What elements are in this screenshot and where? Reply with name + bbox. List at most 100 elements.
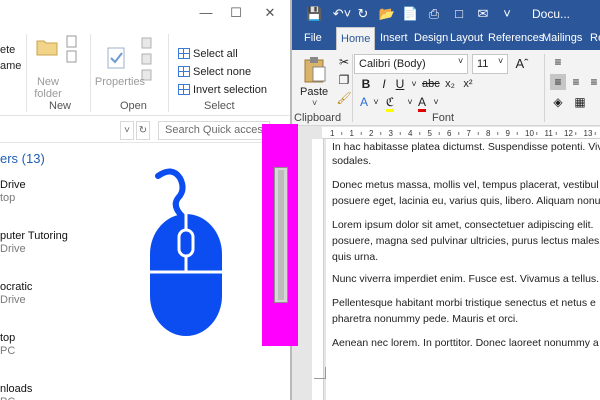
maximize-icon[interactable]: ☐ [226,3,246,23]
open-folder-icon[interactable]: 📂 [378,4,396,24]
select-none-button[interactable]: Select none [178,66,251,78]
tab-mailings[interactable]: Mailings [538,27,586,50]
grow-font-icon[interactable]: Aˆ [514,56,530,72]
ruler-tick-label: 2 [369,129,374,138]
split-grip-thumb [278,170,284,300]
ruler-tick-label: 4 [408,129,413,138]
frequent-folders-header[interactable]: ers (13) [0,151,45,166]
horizontal-ruler[interactable]: 1 1 2 3 4 5 6 7 8 9 10 11 12 13 [322,127,600,139]
tab-layout[interactable]: Layout [446,27,487,50]
bold-icon[interactable]: B [358,76,374,92]
font-size-dropdown-icon[interactable]: ˅ [498,56,503,66]
list-item[interactable]: nloads PC [0,383,32,400]
save-icon[interactable]: 💾 [306,4,322,24]
paste-dropdown-icon[interactable]: ˅ [312,98,317,108]
italic-icon[interactable]: I [376,76,392,92]
format-painter-icon[interactable]: 🖌 [336,90,352,106]
paste-icon[interactable] [302,56,328,84]
font-name-dropdown-icon[interactable]: ˅ [458,56,463,66]
ruler-tick-label: 13 [584,129,593,138]
rename-button-label[interactable]: ame [0,60,21,72]
search-input[interactable]: Search Quick access [158,121,270,140]
underline-dropdown-icon[interactable]: ˅ [406,76,422,92]
align-left-icon[interactable]: ≡ [550,74,566,90]
borders-icon[interactable]: ▦ [572,94,588,110]
paragraph-line: pharetra nonummy pede. Mauris et orci. [332,313,519,325]
list-item-name: ocratic [0,281,33,293]
list-item[interactable]: Drive top [0,179,26,205]
invert-selection-label: Invert selection [193,84,267,96]
new-item-icon[interactable] [64,34,80,66]
paragraph-line: posuere eget, lacinia eu, varius quis, l… [332,195,600,207]
tab-file[interactable]: File [300,27,326,50]
ruler-tick-label: 11 [545,129,554,138]
close-icon[interactable]: ✕ [260,3,280,23]
paragraph-line: Nunc viverra imperdiet enim. Fusce est. … [332,273,600,285]
tab-home[interactable]: Home [336,27,376,50]
list-item[interactable]: ocratic Drive [0,281,32,307]
paste-button[interactable]: Paste [300,86,328,98]
select-all-label: Select all [193,48,238,60]
undo-icon[interactable]: ↶˅ [330,4,354,24]
cut-icon[interactable]: ✂ [336,54,352,70]
ribbon-divider [26,34,27,112]
new-document-icon[interactable]: 📄 [402,4,418,24]
ruler-tick-label: 9 [506,129,511,138]
shading-icon[interactable]: ◈ [550,94,566,110]
properties-icon[interactable] [106,46,128,72]
split-handle[interactable] [262,124,298,346]
delete-button-label[interactable]: ete [0,44,15,56]
print-preview-icon[interactable]: ⎙ [426,4,442,24]
ribbon-group-select: Select [204,100,235,112]
copy-icon[interactable]: ❐ [336,72,352,88]
select-all-button[interactable]: Select all [178,48,238,60]
customize-toolbar-icon[interactable]: ˅ [498,4,516,24]
word-ribbon: Paste ˅ ✂ ❐ 🖌 Clipboard Calibri (Body) ˅… [292,50,600,126]
paragraph-line: posuere, magna sed pulvinar ultricies, p… [332,235,600,247]
word-window: 💾 ↶˅ ↻ 📂 📄 ⎙ □ ✉ ˅ Docu... File Home Ins… [292,0,600,400]
tab-review[interactable]: Re [586,27,600,50]
minimize-icon[interactable]: — [196,3,216,23]
ruler-tick-label: 7 [467,129,472,138]
superscript-icon[interactable]: x² [460,76,476,92]
shape-icon[interactable]: □ [450,4,468,24]
subscript-icon[interactable]: x₂ [442,76,458,92]
email-icon[interactable]: ✉ [474,4,492,24]
list-item[interactable]: top PC [0,332,15,358]
highlight-icon[interactable]: ℭ [382,94,398,112]
ruler-tick-label: 12 [564,129,573,138]
ruler-tick-label: 8 [486,129,491,138]
list-item-location: Drive [0,243,26,255]
vertical-ruler [312,139,324,400]
document-page[interactable]: In hac habitasse platea dictumst. Suspen… [314,139,600,400]
list-item[interactable]: puter Tutoring Drive [0,230,68,256]
paragraph-line: sodales. [332,155,372,167]
list-item-location: PC [0,345,16,357]
split-grip[interactable] [274,167,288,303]
margin-corner-mark [314,367,326,379]
align-center-icon[interactable]: ≡ [568,74,584,90]
ribbon-divider [90,34,91,112]
font-color-dropdown-icon[interactable]: ˅ [428,94,444,110]
invert-selection-icon [178,84,190,95]
list-item-name: puter Tutoring [0,230,68,242]
address-dropdown-icon[interactable]: ˅ [120,121,134,140]
tab-insert[interactable]: Insert [376,27,412,50]
properties-button[interactable]: Properties [92,76,148,88]
new-folder-button[interactable]: New folder [28,76,68,100]
select-all-icon [178,48,190,59]
list-item-location: PC [0,396,32,400]
quick-access-toolbar: 💾 ↶˅ ↻ 📂 📄 ⎙ □ ✉ ˅ Docu... [292,0,600,27]
invert-selection-button[interactable]: Invert selection [178,84,267,96]
new-folder-icon[interactable] [36,36,58,56]
strikethrough-icon[interactable]: abc [422,76,440,92]
font-name-select[interactable]: Calibri (Body) [354,54,468,74]
bullets-icon[interactable]: ≡ [550,54,566,70]
align-right-icon[interactable]: ≡ [586,74,600,90]
redo-icon[interactable]: ↻ [356,4,370,24]
explorer-titlebar: — ☐ ✕ [0,0,290,26]
file-explorer-window: — ☐ ✕ ete ame New folder New Properties … [0,0,290,400]
refresh-icon[interactable]: ↻ [136,121,150,140]
document-title: Docu... [532,7,571,21]
paragraph-line: Lorem ipsum dolor sit amet, consectetuer… [332,219,594,231]
